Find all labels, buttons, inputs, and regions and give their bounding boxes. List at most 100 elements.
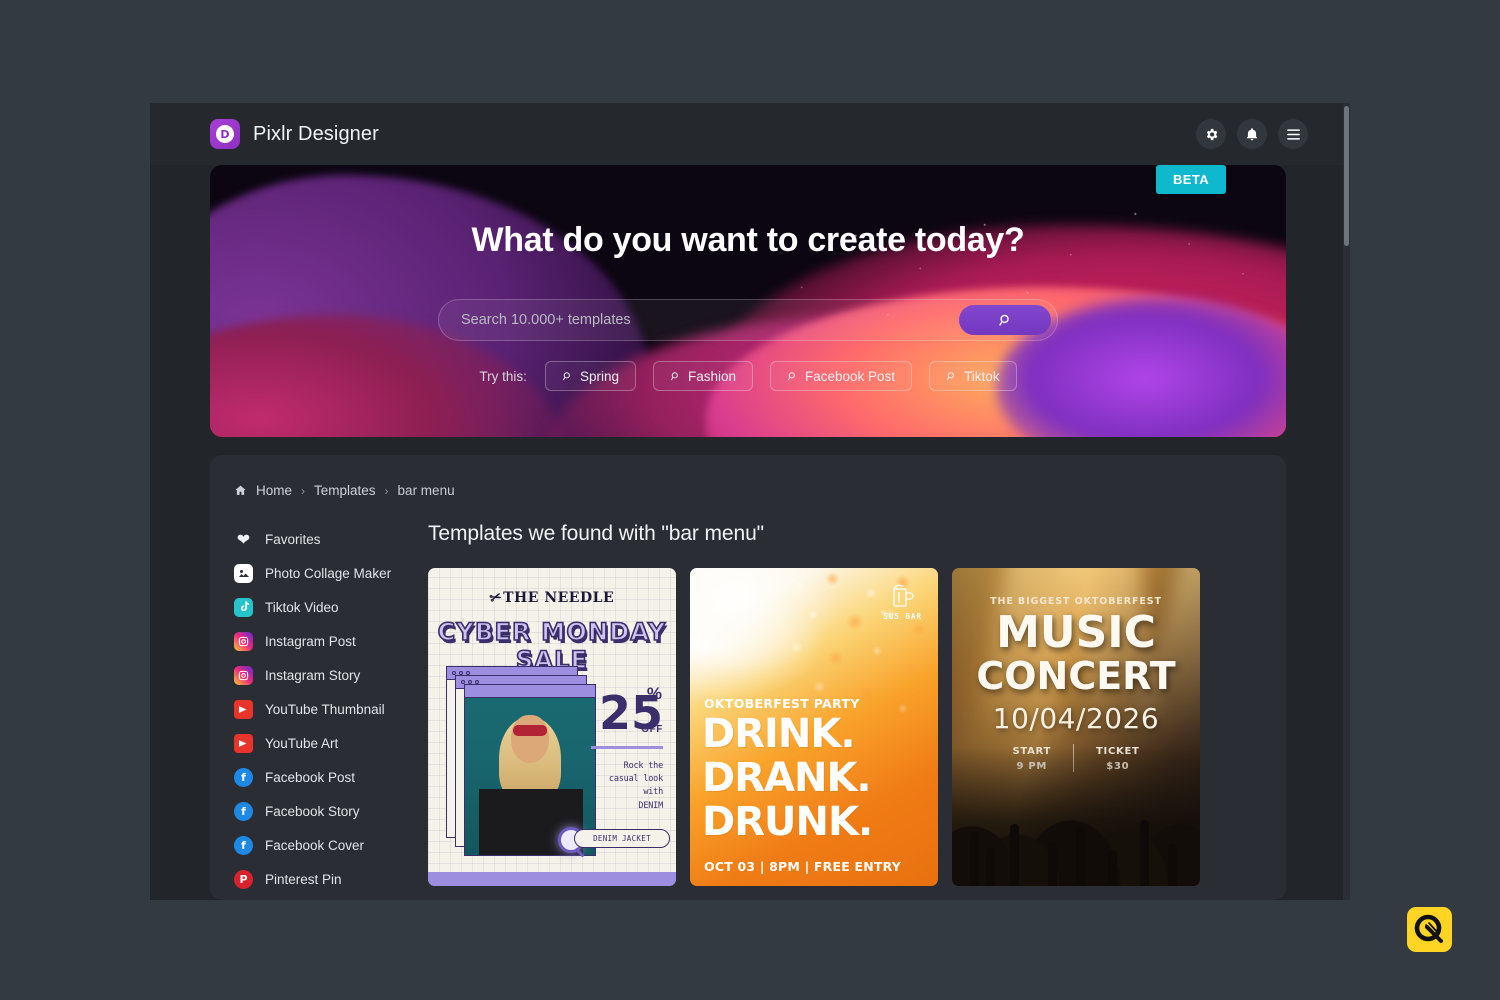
home-icon[interactable] bbox=[234, 484, 247, 497]
sidebar-item-youtube-art[interactable]: YouTube Art bbox=[234, 726, 428, 760]
brand-logo-area[interactable]: D Pixlr Designer bbox=[210, 119, 379, 149]
sidebar-item-label: Tiktok Video bbox=[265, 599, 339, 615]
search-icon bbox=[562, 371, 570, 380]
chip-label: Facebook Post bbox=[805, 368, 896, 384]
search-input[interactable] bbox=[439, 312, 959, 328]
breadcrumb-separator: › bbox=[301, 483, 306, 498]
facebook-icon: f bbox=[234, 767, 253, 787]
bell-icon[interactable] bbox=[1237, 119, 1267, 149]
card-line-1: MUSIC bbox=[996, 607, 1156, 658]
card-logo-label: SUS BAR bbox=[883, 612, 922, 621]
search-submit-button[interactable] bbox=[959, 305, 1051, 335]
sidebar-item-label: Pinterest Pin bbox=[265, 871, 342, 887]
sidebar-item-label: Instagram Post bbox=[265, 633, 356, 649]
card-brand-logo: ✂THE NEEDLE bbox=[428, 588, 676, 608]
sidebar-item-youtube-thumbnail[interactable]: YouTube Thumbnail bbox=[234, 692, 428, 726]
suggestion-chip-spring[interactable]: Spring bbox=[544, 361, 636, 391]
youtube-icon bbox=[234, 733, 253, 753]
card-discount-label: OFF bbox=[641, 724, 663, 735]
suggestion-chip-fashion[interactable]: Fashion bbox=[652, 361, 753, 391]
search-icon bbox=[787, 371, 795, 380]
sidebar-item-favorites[interactable]: ❤ Favorites bbox=[234, 522, 428, 556]
vertical-scrollbar-thumb[interactable] bbox=[1344, 106, 1349, 246]
results-heading: Templates we found with "bar menu" bbox=[428, 522, 765, 545]
sidebar-item-facebook-cover[interactable]: f Facebook Cover bbox=[234, 828, 428, 862]
corner-watermark-logo bbox=[1407, 907, 1452, 952]
pinterest-icon: P bbox=[234, 869, 253, 889]
card-kicker: THE BIGGEST OKTOBERFEST bbox=[990, 596, 1162, 607]
card-discount-symbol: % bbox=[646, 684, 662, 703]
sidebar-item-label: Facebook Story bbox=[265, 803, 360, 819]
card-kicker: OKTOBERFEST PARTY bbox=[704, 696, 860, 711]
sidebar-item-tiktok-video[interactable]: Tiktok Video bbox=[234, 590, 428, 624]
card-footer-details: OCT 03 | 8PM | FREE ENTRY bbox=[704, 859, 902, 874]
sidebar-item-label: Facebook Post bbox=[265, 769, 356, 785]
template-card-music-concert[interactable]: THE BIGGEST OKTOBERFEST MUSIC CONCERT 10… bbox=[952, 568, 1200, 886]
sidebar-item-pinterest-pin[interactable]: P Pinterest Pin bbox=[234, 862, 428, 896]
chip-label: Spring bbox=[579, 368, 619, 384]
sidebar-item-label: Photo Collage Maker bbox=[265, 565, 392, 581]
suggestion-chip-tiktok[interactable]: Tiktok bbox=[929, 361, 1017, 391]
template-card-grid: ✂THE NEEDLE CYBER MONDAY SALE 25 % OFF R… bbox=[428, 568, 1262, 886]
breadcrumb-item-home[interactable]: Home bbox=[256, 483, 292, 498]
chip-label: Tiktok bbox=[964, 368, 1000, 384]
card-line-2: CONCERT bbox=[976, 654, 1176, 698]
suggestion-chip-facebook-post[interactable]: Facebook Post bbox=[770, 361, 913, 391]
suggested-searches: Try this: Spring Fashion Facebook Post T… bbox=[210, 361, 1286, 391]
sidebar-item-photo-collage-maker[interactable]: Photo Collage Maker bbox=[234, 556, 428, 590]
sidebar-item-label: Instagram Story bbox=[265, 667, 361, 683]
card-line-1: DRINK. bbox=[702, 711, 856, 757]
breadcrumb-item-templates[interactable]: Templates bbox=[314, 483, 376, 498]
card-logo: SUS BAR bbox=[883, 584, 922, 621]
sidebar-item-instagram-post[interactable]: Instagram Post bbox=[234, 624, 428, 658]
facebook-icon: f bbox=[234, 835, 253, 855]
application-window: D Pixlr Designer BETA What do you want t… bbox=[150, 103, 1350, 900]
hamburger-menu-icon[interactable] bbox=[1278, 119, 1308, 149]
template-card-oktoberfest-drink[interactable]: SUS BAR OKTOBERFEST PARTY DRINK. DRANK. … bbox=[690, 568, 938, 886]
search-results: Templates we found with "bar menu" ✂THE … bbox=[428, 522, 1286, 896]
sidebar-item-facebook-post[interactable]: f Facebook Post bbox=[234, 760, 428, 794]
needle-pin-icon: ✂ bbox=[487, 588, 505, 608]
category-sidebar: ❤ Favorites Photo Collage Maker Tiktok V… bbox=[210, 522, 428, 896]
beta-badge: BETA bbox=[1155, 165, 1226, 194]
beer-mug-icon bbox=[893, 584, 914, 607]
breadcrumb-item-current: bar menu bbox=[397, 483, 455, 498]
gear-icon[interactable] bbox=[1196, 119, 1226, 149]
content-panel: Home › Templates › bar menu ❤ Favorites … bbox=[210, 455, 1286, 900]
card-rule-decoration bbox=[591, 746, 663, 749]
app-header: D Pixlr Designer bbox=[150, 103, 1350, 165]
card-date: 10/04/2026 bbox=[992, 702, 1160, 735]
fork-circle-icon bbox=[1414, 914, 1443, 943]
breadcrumb: Home › Templates › bar menu bbox=[234, 483, 1286, 498]
app-title: Pixlr Designer bbox=[253, 122, 379, 145]
search-icon bbox=[670, 371, 678, 380]
vertical-scrollbar-track[interactable] bbox=[1343, 103, 1350, 900]
sidebar-item-facebook-story[interactable]: f Facebook Story bbox=[234, 794, 428, 828]
breadcrumb-separator: › bbox=[384, 483, 389, 498]
card-footer-bar bbox=[428, 872, 676, 886]
collage-icon bbox=[234, 563, 253, 583]
logo-letter: D bbox=[216, 125, 234, 143]
hero-banner: BETA What do you want to create today? T… bbox=[210, 165, 1286, 437]
sidebar-item-label: Facebook Cover bbox=[265, 837, 365, 853]
heart-icon: ❤ bbox=[236, 529, 251, 549]
youtube-icon bbox=[234, 699, 253, 719]
card-search-pill: DENIM JACKET bbox=[574, 829, 670, 848]
card-line-3: DRUNK. bbox=[702, 799, 873, 845]
facebook-icon: f bbox=[234, 801, 253, 821]
card-tagline: Rock the casual look with DENIM bbox=[608, 761, 663, 811]
chip-label: Fashion bbox=[687, 368, 736, 384]
template-search-bar[interactable] bbox=[438, 299, 1058, 341]
search-icon bbox=[947, 371, 954, 380]
pixlr-logo-icon: D bbox=[210, 119, 240, 149]
sidebar-item-label: YouTube Thumbnail bbox=[265, 701, 385, 717]
card-line-2: DRANK. bbox=[702, 755, 872, 801]
template-card-cyber-monday-sale[interactable]: ✂THE NEEDLE CYBER MONDAY SALE 25 % OFF R… bbox=[428, 568, 676, 886]
tiktok-icon bbox=[234, 597, 253, 617]
card-brand-text: THE NEEDLE bbox=[503, 590, 615, 606]
try-this-label: Try this: bbox=[479, 368, 527, 384]
sidebar-item-instagram-story[interactable]: Instagram Story bbox=[234, 658, 428, 692]
instagram-icon bbox=[234, 631, 253, 651]
panel-body: ❤ Favorites Photo Collage Maker Tiktok V… bbox=[210, 522, 1286, 896]
header-actions bbox=[1196, 119, 1308, 149]
